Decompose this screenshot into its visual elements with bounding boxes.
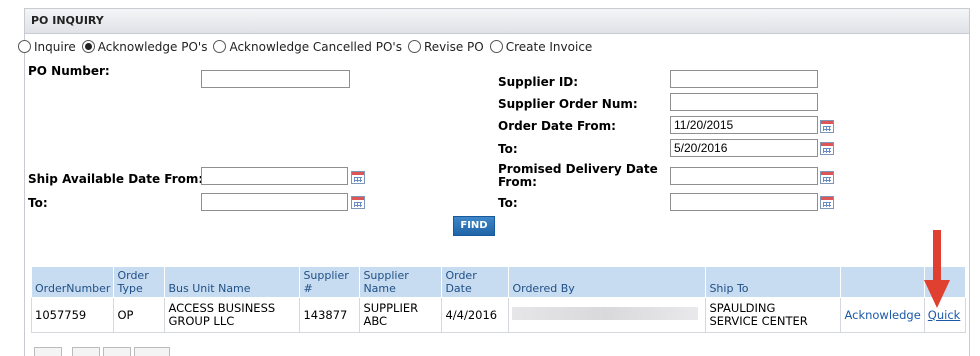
table-row: 1057759 OP ACCESS BUSINESS GROUP LLC 1438…	[30, 297, 966, 333]
radio-revise-po[interactable]: Revise PO	[407, 40, 484, 54]
cell-supplier-number: 143877	[299, 297, 361, 333]
header-label: Type	[117, 282, 143, 295]
col-ordered-by[interactable]: Ordered By	[508, 266, 707, 298]
col-ship-to[interactable]: Ship To	[705, 266, 842, 298]
col-supplier-name[interactable]: Supplier Name	[359, 266, 443, 298]
cell-ordered-by	[508, 297, 707, 333]
col-supplier-number[interactable]: Supplier #	[299, 266, 361, 298]
calendar-icon[interactable]	[351, 171, 365, 184]
ship-available-to-label: To:	[28, 196, 48, 210]
mode-radio-group: Inquire Acknowledge PO's Acknowledge Cance…	[18, 40, 598, 54]
radio-acknowledge-cancelled[interactable]: Acknowledge Cancelled PO's	[213, 40, 402, 54]
order-date-to-input[interactable]	[670, 139, 818, 157]
cell-order-number: 1057759	[30, 297, 115, 333]
cell-bus-unit-name: ACCESS BUSINESS GROUP LLC	[164, 297, 301, 333]
radio-inquire[interactable]: Inquire	[18, 40, 76, 54]
calendar-icon[interactable]	[351, 196, 365, 209]
promised-delivery-to-input[interactable]	[670, 193, 818, 211]
radio-circle[interactable]	[213, 40, 227, 53]
header-label: Order	[117, 269, 149, 282]
radio-circle[interactable]	[18, 40, 31, 53]
po-number-label: PO Number:	[28, 64, 110, 78]
supplier-id-label: Supplier ID:	[498, 75, 579, 89]
col-action-acknowledge	[840, 266, 925, 298]
supplier-order-num-input[interactable]	[670, 93, 818, 111]
panel-title: PO INQUIRY	[31, 14, 104, 27]
col-order-type[interactable]: Order Type	[113, 266, 166, 298]
radio-create-invoice[interactable]: Create Invoice	[489, 40, 593, 54]
radio-label: Inquire	[34, 40, 76, 54]
promised-delivery-from-input[interactable]	[670, 167, 818, 185]
promised-label-line1: Promised Delivery Date	[498, 162, 658, 176]
cell-line: SUPPLIER	[363, 301, 419, 315]
radio-label: Acknowledge PO's	[97, 40, 208, 54]
promised-delivery-to-label: To:	[498, 196, 518, 210]
panel-header: PO INQUIRY	[25, 9, 969, 34]
find-button[interactable]: FIND	[453, 216, 495, 236]
radio-circle[interactable]	[489, 40, 503, 53]
arrow-shaft	[933, 230, 941, 282]
supplier-id-input[interactable]	[670, 70, 818, 88]
results-table: OrderNumber Order Type Bus Unit Name Supp…	[30, 266, 966, 333]
ship-available-to-input[interactable]	[201, 193, 348, 211]
calendar-icon[interactable]	[820, 120, 834, 133]
ship-available-from-input[interactable]	[201, 167, 348, 185]
radio-label: Acknowledge Cancelled PO's	[229, 40, 402, 54]
promised-delivery-from-label: Promised Delivery Date From:	[498, 163, 658, 189]
radio-label: Create Invoice	[505, 40, 593, 54]
header-label: Bus Unit Name	[168, 282, 251, 295]
cell-line: ABC	[363, 314, 388, 328]
po-number-input[interactable]	[201, 70, 350, 88]
supplier-order-num-label: Supplier Order Num:	[498, 97, 638, 111]
promised-label-line2: From:	[498, 175, 537, 189]
cell-line: SERVICE CENTER	[709, 314, 808, 328]
cell-line: GROUP LLC	[168, 314, 235, 328]
radio-label: Revise PO	[423, 40, 484, 54]
cell-ship-to: SPAULDING SERVICE CENTER	[705, 297, 842, 333]
col-order-number[interactable]: OrderNumber	[30, 266, 115, 298]
header-label: OrderNumber	[35, 282, 111, 295]
header-label: #	[303, 282, 313, 295]
radio-circle[interactable]	[407, 40, 421, 53]
col-order-date[interactable]: Order Date	[441, 266, 510, 298]
header-label: Ship To	[709, 282, 749, 295]
redacted-name	[512, 307, 699, 320]
header-label: Supplier	[363, 269, 409, 282]
header-label: Ordered By	[512, 282, 575, 295]
order-date-from-input[interactable]	[670, 116, 818, 134]
cell-order-type: OP	[113, 297, 166, 333]
header-label: Name	[363, 282, 396, 295]
ship-available-from-label: Ship Available Date From:	[28, 172, 204, 186]
cell-order-date: 4/4/2016	[441, 297, 510, 333]
acknowledge-link[interactable]: Acknowledge	[844, 308, 920, 322]
calendar-icon[interactable]	[820, 196, 834, 209]
col-bus-unit-name[interactable]: Bus Unit Name	[164, 266, 301, 298]
radio-acknowledge-pos[interactable]: Acknowledge PO's	[81, 40, 208, 54]
order-date-to-label: To:	[498, 142, 518, 156]
table-header-row: OrderNumber Order Type Bus Unit Name Supp…	[30, 266, 966, 298]
radio-circle[interactable]	[81, 40, 95, 53]
arrow-head	[924, 280, 950, 308]
cell-acknowledge: Acknowledge	[840, 297, 925, 333]
red-arrow-annotation	[924, 230, 950, 308]
cell-line: ACCESS BUSINESS	[168, 301, 276, 315]
order-date-from-label: Order Date From:	[498, 119, 616, 133]
header-label: Order Date	[445, 269, 477, 295]
calendar-icon[interactable]	[820, 142, 834, 155]
header-label: Supplier	[303, 269, 349, 282]
cell-line: SPAULDING	[709, 301, 776, 315]
cell-supplier-name: SUPPLIER ABC	[359, 297, 443, 333]
calendar-icon[interactable]	[820, 171, 834, 184]
